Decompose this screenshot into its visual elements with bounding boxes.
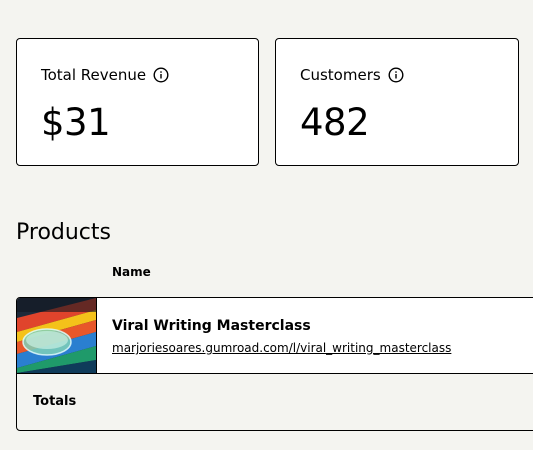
product-thumbnail-image [17,298,96,373]
column-header-name[interactable]: Name [112,264,151,280]
info-icon[interactable] [388,67,404,83]
info-icon[interactable] [153,67,169,83]
customers-label: Customers [300,66,381,84]
customers-card: Customers 482 [275,38,519,166]
totals-label: Totals [33,394,77,409]
customers-label-group: Customers [300,66,404,84]
customers-value: 482 [300,101,370,144]
total-revenue-value: $31 [41,101,111,144]
product-thumbnail [17,298,97,373]
dashboard-page: Total Revenue $31 Customers 482 Products… [0,0,533,450]
product-url-link[interactable]: marjoriesoares.gumroad.com/l/viral_writi… [112,340,451,356]
products-section-title: Products [16,220,111,245]
total-revenue-card: Total Revenue $31 [16,38,259,166]
table-row[interactable]: Viral Writing Masterclass marjoriesoares… [17,298,533,374]
total-revenue-label-group: Total Revenue [41,66,169,84]
product-name[interactable]: Viral Writing Masterclass [112,317,311,335]
totals-row: Totals [17,374,533,430]
total-revenue-label: Total Revenue [41,66,147,84]
products-table: Viral Writing Masterclass marjoriesoares… [16,297,533,431]
